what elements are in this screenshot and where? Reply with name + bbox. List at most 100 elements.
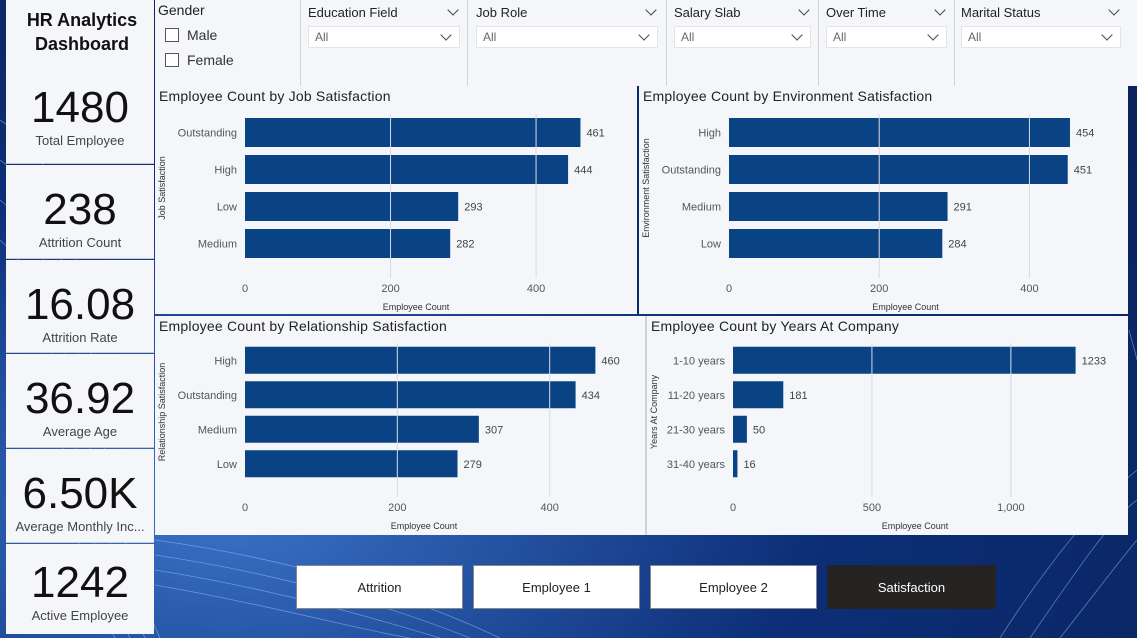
- gender-option-female[interactable]: Female: [165, 52, 234, 68]
- slicer-salary-slab[interactable]: Salary Slab All: [674, 2, 811, 48]
- bar: [245, 346, 596, 374]
- slicer-label: Over Time: [826, 4, 886, 20]
- checkbox-label: Male: [187, 27, 218, 43]
- kpi-label: Attrition Count: [38, 235, 122, 250]
- data-label: 279: [464, 459, 482, 471]
- slicer-label: Marital Status: [961, 4, 1041, 20]
- dropdown-select[interactable]: All: [476, 26, 658, 48]
- dropdown-select[interactable]: All: [674, 26, 811, 48]
- x-tick-label: 400: [541, 502, 559, 514]
- bar: [729, 155, 1068, 184]
- nav-button-employee-2[interactable]: Employee 2: [650, 565, 817, 609]
- slicer-job-role[interactable]: Job Role All: [476, 2, 658, 48]
- bar: [245, 192, 459, 221]
- data-label: 291: [954, 202, 972, 214]
- category-label: Medium: [682, 202, 721, 214]
- chart-relationship-satisfaction: Employee Count by Relationship Satisfact…: [155, 316, 645, 535]
- y-axis-title: Environment Satisfaction: [641, 138, 651, 238]
- nav-button-employee-1[interactable]: Employee 1: [473, 565, 640, 609]
- slicer-marital-status[interactable]: Marital Status All: [961, 2, 1121, 48]
- category-label: Low: [701, 239, 721, 251]
- chevron-down-icon[interactable]: [791, 29, 803, 41]
- kpi-value: 16.08: [24, 280, 136, 329]
- data-label: 181: [789, 390, 807, 402]
- category-label: 1-10 years: [673, 355, 725, 367]
- checkbox-male[interactable]: [165, 28, 179, 42]
- gender-slicer: Gender Male Female: [158, 2, 234, 68]
- category-label: Low: [217, 202, 237, 214]
- data-label: 307: [485, 424, 503, 436]
- x-axis-title: Employee Count: [383, 302, 450, 312]
- checkbox-female[interactable]: [165, 53, 179, 67]
- chart-svg: Years At Company 1-10 years 1233 11-20 year…: [649, 343, 1106, 531]
- x-tick-label: 1,000: [997, 502, 1025, 514]
- chevron-down-icon[interactable]: [927, 29, 939, 41]
- kpi-value: 36.92: [24, 374, 136, 423]
- bar: [733, 381, 784, 409]
- x-axis-title: Employee Count: [391, 521, 458, 531]
- slicer-divider: [467, 0, 468, 86]
- chart-svg: Job Satisfaction Outstanding 461 High 444 Low…: [157, 114, 605, 312]
- slicer-divider: [300, 0, 301, 86]
- kpi-label: Active Employee: [31, 608, 129, 623]
- category-label: High: [214, 165, 237, 177]
- dropdown-value: All: [315, 30, 329, 44]
- kpi-card-average-age: 36.92 Average Age: [6, 354, 154, 448]
- kpi-value: 238: [43, 185, 117, 234]
- x-tick-label: 400: [527, 283, 545, 295]
- nav-button-attrition[interactable]: Attrition: [296, 565, 463, 609]
- chart-years-at-company: Employee Count by Years At Company Years…: [647, 316, 1128, 535]
- gender-option-male[interactable]: Male: [165, 27, 234, 43]
- y-axis-title: Years At Company: [649, 374, 659, 449]
- chevron-down-icon[interactable]: [638, 29, 650, 41]
- dropdown-value: All: [681, 30, 695, 44]
- x-tick-label: 0: [242, 283, 248, 295]
- kpi-label: Average Monthly Inc...: [15, 519, 145, 534]
- dropdown-select[interactable]: All: [826, 26, 947, 48]
- chevron-down-icon[interactable]: [798, 4, 810, 16]
- slicer-education-field[interactable]: Education Field All: [308, 2, 460, 48]
- category-label: Outstanding: [662, 165, 721, 177]
- dropdown-select[interactable]: All: [308, 26, 460, 48]
- data-label: 1233: [1082, 355, 1106, 367]
- data-label: 460: [601, 355, 619, 367]
- x-axis-title: Employee Count: [882, 521, 949, 531]
- category-label: 21-30 years: [667, 424, 726, 436]
- data-label: 444: [574, 165, 592, 177]
- dropdown-value: All: [483, 30, 497, 44]
- nav-button-satisfaction[interactable]: Satisfaction: [827, 565, 996, 609]
- slicer-label: Job Role: [476, 4, 528, 20]
- dropdown-value: All: [833, 30, 847, 44]
- kpi-value: 1242: [31, 558, 129, 607]
- bar: [733, 450, 738, 478]
- chart-svg: Environment Satisfaction High 454 Outstandi…: [641, 114, 1094, 312]
- kpi-card-active-employee: 1242 Active Employee: [6, 544, 154, 634]
- chevron-down-icon[interactable]: [440, 29, 452, 41]
- x-tick-label: 400: [1020, 283, 1038, 295]
- kpi-value: 1480: [31, 83, 129, 132]
- chart-environment-satisfaction: Employee Count by Environment Satisfacti…: [639, 86, 1128, 314]
- bar: [245, 118, 581, 147]
- bar: [729, 192, 948, 221]
- bar: [245, 155, 569, 184]
- x-tick-label: 0: [730, 502, 736, 514]
- chevron-down-icon[interactable]: [1101, 29, 1113, 41]
- chevron-down-icon[interactable]: [934, 4, 946, 16]
- category-label: High: [214, 355, 237, 367]
- slicer-over-time[interactable]: Over Time All: [826, 2, 947, 48]
- category-label: Medium: [198, 424, 237, 436]
- dropdown-select[interactable]: All: [961, 26, 1121, 48]
- chevron-down-icon[interactable]: [1108, 4, 1120, 16]
- slicer-label: Salary Slab: [674, 4, 741, 20]
- x-tick-label: 0: [242, 502, 248, 514]
- chevron-down-icon[interactable]: [447, 4, 459, 16]
- kpi-label: Total Employee: [35, 133, 125, 148]
- chart-job-satisfaction: Employee Count by Job Satisfaction Job S…: [155, 86, 637, 314]
- chevron-down-icon[interactable]: [645, 4, 657, 16]
- dropdown-value: All: [968, 30, 982, 44]
- category-label: High: [698, 128, 721, 140]
- x-tick-label: 200: [381, 283, 399, 295]
- bar: [733, 346, 1076, 374]
- bar: [729, 229, 943, 258]
- bar: [733, 415, 747, 443]
